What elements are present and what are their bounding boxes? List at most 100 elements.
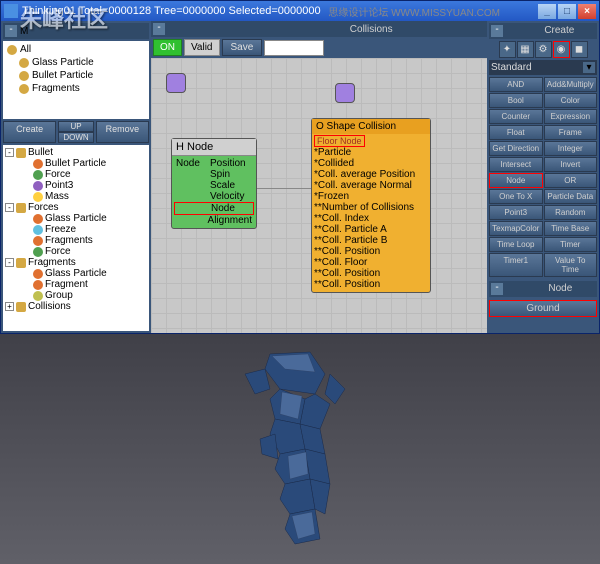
close-button[interactable]: × (578, 4, 596, 19)
node-row[interactable]: Node (174, 202, 254, 215)
node-type-button[interactable]: Bool (489, 93, 543, 108)
node-row[interactable]: *Collided (314, 158, 428, 169)
tree-item[interactable]: Glass Particle (5, 213, 147, 224)
tree-item[interactable]: +Collisions (5, 301, 147, 312)
collapse-icon[interactable]: - (491, 25, 503, 37)
node-row[interactable]: *Frozen (314, 191, 428, 202)
node-type-button[interactable]: Time Loop (489, 237, 543, 252)
node-type-button[interactable]: AND (489, 77, 543, 92)
on-button[interactable]: ON (153, 39, 182, 56)
collapse-icon[interactable]: - (491, 283, 503, 295)
node-type-button[interactable]: Value To Time (544, 253, 598, 277)
node-row[interactable]: **Coll. Floor (314, 257, 428, 268)
node-purple2[interactable] (335, 83, 355, 103)
node-type-button[interactable]: Get Direction (489, 141, 543, 156)
node-row[interactable]: **Coll. Position (314, 268, 428, 279)
node-type-button[interactable]: Node (489, 173, 543, 188)
node-type-button[interactable]: Point3 (489, 205, 543, 220)
create-button[interactable]: Create (3, 121, 56, 143)
expand-icon[interactable]: + (5, 302, 14, 311)
tree-item[interactable]: Bullet Particle (5, 69, 147, 82)
tree-item[interactable]: Point3 (5, 180, 147, 191)
node-row[interactable]: Scale (174, 180, 254, 191)
node-row[interactable]: Spin (174, 169, 254, 180)
valid-button[interactable]: Valid (184, 39, 220, 56)
tool-icon[interactable]: ◉ (553, 41, 570, 58)
node-row[interactable]: *Coll. average Normal (314, 180, 428, 191)
node-canvas[interactable]: H Node NodePositionSpinScaleVelocityNode… (151, 58, 487, 333)
tree-item[interactable]: -Fragments (5, 257, 147, 268)
fractured-mesh (230, 344, 360, 554)
tree-item[interactable]: Force (5, 246, 147, 257)
tree-item[interactable]: Glass Particle (5, 268, 147, 279)
node-row[interactable]: *Coll. average Position (314, 169, 428, 180)
tree-item[interactable]: Force (5, 169, 147, 180)
collapse-icon[interactable]: - (153, 23, 165, 35)
node-row[interactable]: Velocity (174, 191, 254, 202)
node-type-button[interactable]: Timer1 (489, 253, 543, 277)
node-type-button[interactable]: Random (544, 205, 598, 220)
node-row[interactable]: **Number of Collisions (314, 202, 428, 213)
node-row[interactable]: **Coll. Particle A (314, 224, 428, 235)
save-button[interactable]: Save (222, 39, 263, 56)
node-type-button[interactable]: Expression (544, 109, 598, 124)
item-icon (33, 247, 43, 257)
node-type-button[interactable]: Add&Multiply (544, 77, 598, 92)
node-type-button[interactable]: Timer (544, 237, 598, 252)
h-node[interactable]: H Node NodePositionSpinScaleVelocityNode… (171, 138, 257, 229)
node-type-button[interactable]: Float (489, 125, 543, 140)
node-row[interactable]: **Coll. Position (314, 246, 428, 257)
tree-item[interactable]: Freeze (5, 224, 147, 235)
tree-item[interactable]: All (5, 43, 147, 56)
down-button[interactable]: DOWN (58, 132, 93, 143)
tree-item[interactable]: Bullet Particle (5, 158, 147, 169)
tree-item[interactable]: Group (5, 290, 147, 301)
node-type-button[interactable]: TexmapColor (489, 221, 543, 236)
slider[interactable] (264, 40, 324, 56)
tree-item[interactable]: Glass Particle (5, 56, 147, 69)
tree-item[interactable]: -Forces (5, 202, 147, 213)
tool-icon[interactable]: ◼ (571, 41, 588, 58)
node-row[interactable]: *Particle (314, 147, 428, 158)
node-type-button[interactable]: Color (544, 93, 598, 108)
tree-item[interactable]: -Bullet (5, 147, 147, 158)
up-button[interactable]: UP (58, 121, 93, 132)
node-type-button[interactable]: Time Base (544, 221, 598, 236)
tree-item[interactable]: Fragment (5, 279, 147, 290)
node-type-button[interactable]: Invert (544, 157, 598, 172)
watermark2: 思缘设计论坛 WWW.MISSYUAN.COM (328, 4, 500, 19)
node-row[interactable]: NodePosition (174, 158, 254, 169)
tool-icon[interactable]: ✦ (499, 41, 516, 58)
remove-button[interactable]: Remove (96, 121, 149, 143)
item-icon (33, 192, 43, 202)
expand-icon[interactable]: - (5, 203, 14, 212)
node-section[interactable]: - Node (489, 281, 597, 297)
node-row[interactable]: **Coll. Position (314, 279, 428, 290)
tool-icon[interactable]: ▦ (517, 41, 534, 58)
standard-dropdown[interactable]: Standard ▾ (489, 60, 597, 75)
node-purple[interactable] (166, 73, 186, 93)
node-type-button[interactable]: One To X (489, 189, 543, 204)
tree-item[interactable]: Mass (5, 191, 147, 202)
o-node[interactable]: O Shape Collision Floor Node *Particle*C… (311, 118, 431, 293)
node-type-button[interactable]: Frame (544, 125, 598, 140)
node-row[interactable]: **Coll. Particle B (314, 235, 428, 246)
collapse-icon[interactable]: - (5, 25, 17, 37)
maximize-button[interactable]: □ (558, 4, 576, 19)
expand-icon[interactable]: - (5, 258, 14, 267)
expand-icon[interactable]: - (5, 148, 14, 157)
ground-button[interactable]: Ground (489, 300, 597, 317)
node-type-button[interactable]: Particle Data (544, 189, 598, 204)
3d-viewport[interactable] (0, 334, 600, 564)
node-row[interactable]: **Coll. Index (314, 213, 428, 224)
node-type-button[interactable]: Intersect (489, 157, 543, 172)
node-type-button[interactable]: Integer (544, 141, 598, 156)
tool-icon[interactable]: ⚙ (535, 41, 552, 58)
tree1: AllGlass ParticleBullet ParticleFragment… (3, 41, 149, 119)
node-row[interactable]: Alignment (174, 215, 254, 226)
tree-item[interactable]: Fragments (5, 235, 147, 246)
node-type-button[interactable]: OR (544, 173, 598, 188)
tree-item[interactable]: Fragments (5, 82, 147, 95)
node-type-button[interactable]: Counter (489, 109, 543, 124)
minimize-button[interactable]: _ (538, 4, 556, 19)
